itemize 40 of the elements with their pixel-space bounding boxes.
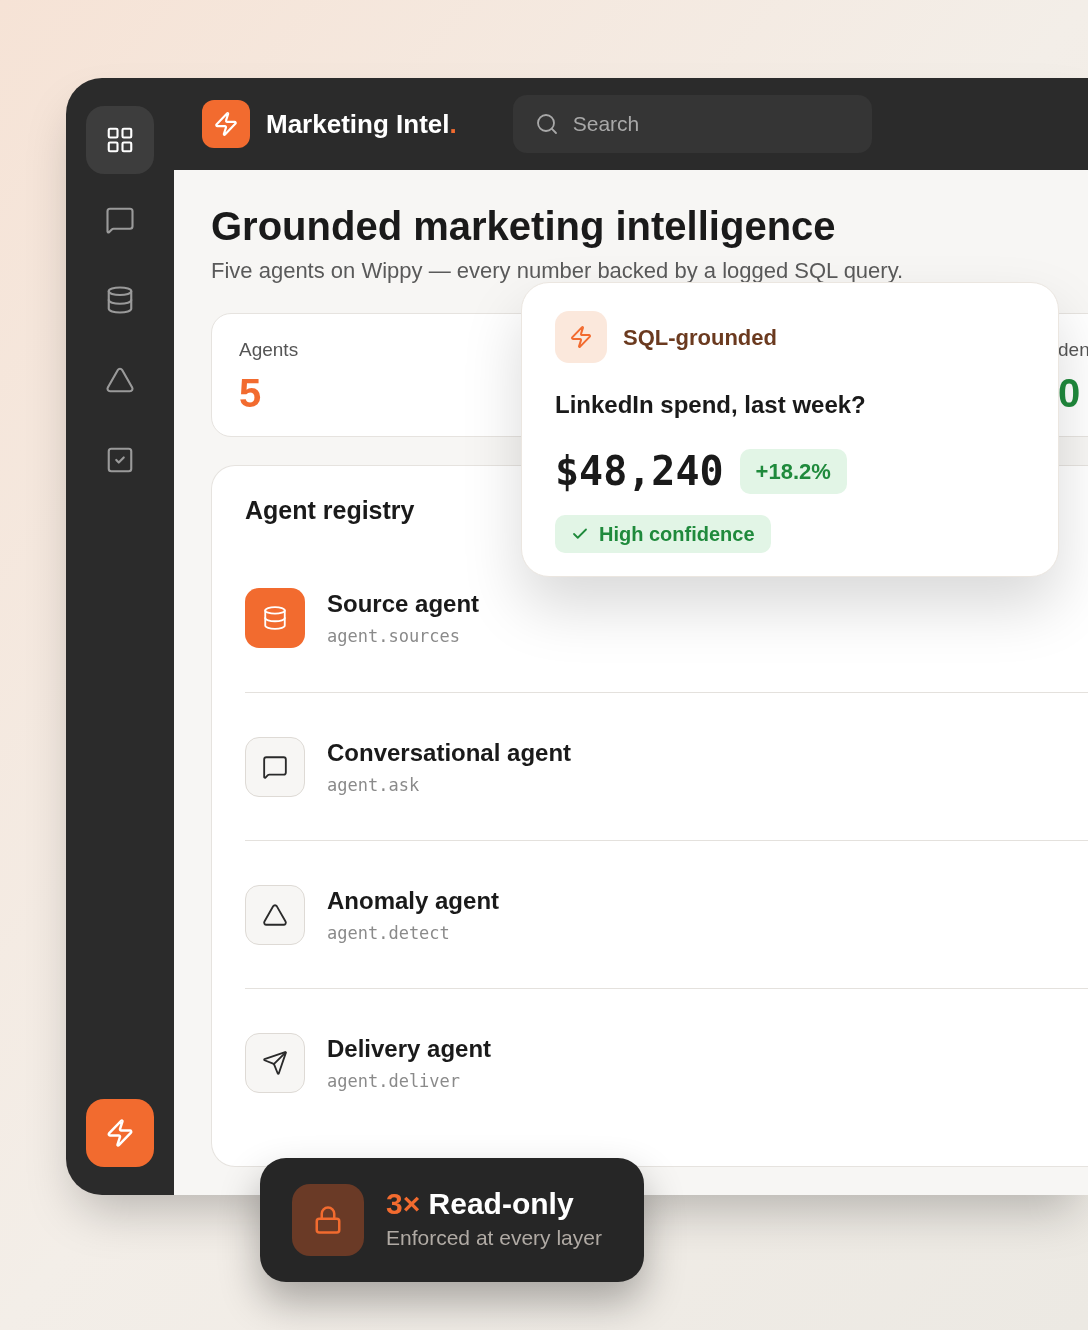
- warning-triangle-icon: [105, 365, 135, 395]
- agent-id: agent.detect: [327, 921, 451, 945]
- agent-name: Conversational agent: [327, 737, 572, 768]
- page-subtitle: Five agents on Wippy — every number backed by a logged SQL query.: [211, 257, 905, 285]
- sidebar-nav-button[interactable]: [86, 106, 154, 174]
- agent-id: agent.deliver: [327, 1069, 462, 1093]
- agent-name: Anomaly agent: [327, 885, 500, 916]
- lightning-icon: [569, 325, 593, 349]
- lightning-icon: [105, 1118, 135, 1148]
- search-icon: [534, 112, 559, 136]
- registry-title: Agent registry: [245, 495, 416, 526]
- agent-id: agent.sources: [327, 625, 462, 649]
- stat-label: Agents: [239, 338, 299, 362]
- lock-icon: [313, 1205, 343, 1235]
- agent-name: Source agent: [327, 589, 480, 620]
- stat-label: den: [1058, 338, 1088, 362]
- answer-value: $48,240: [555, 447, 724, 496]
- confidence-badge: High confidence: [555, 515, 771, 553]
- grid-icon: [105, 125, 135, 155]
- lightning-icon: [213, 111, 239, 137]
- answer-tag: SQL-grounded: [623, 320, 777, 354]
- database-icon: [105, 285, 135, 315]
- triangle-icon: [262, 901, 288, 928]
- quick-action-button[interactable]: [86, 1099, 154, 1167]
- checkbox-icon: [105, 445, 135, 475]
- database-icon: [262, 605, 288, 631]
- agent-name: Delivery agent: [327, 1033, 492, 1064]
- stat-value: 0: [1058, 369, 1081, 417]
- answer-question: LinkedIn spend, last week?: [555, 390, 867, 420]
- search-field[interactable]: Search: [512, 95, 872, 153]
- stat-value: 5: [239, 369, 262, 417]
- brand-name: Marketing Intel.: [266, 107, 457, 141]
- delta-badge: +18.2%: [739, 448, 847, 494]
- chat-icon: [262, 753, 288, 780]
- page-title: Grounded marketing intelligence: [211, 203, 837, 250]
- chat-icon: [105, 205, 135, 235]
- toast-title: 3× Read-only: [386, 1186, 575, 1223]
- send-icon: [262, 1049, 288, 1076]
- agent-id: agent.ask: [327, 773, 421, 797]
- toast-subtitle: Enforced at every layer: [386, 1225, 602, 1252]
